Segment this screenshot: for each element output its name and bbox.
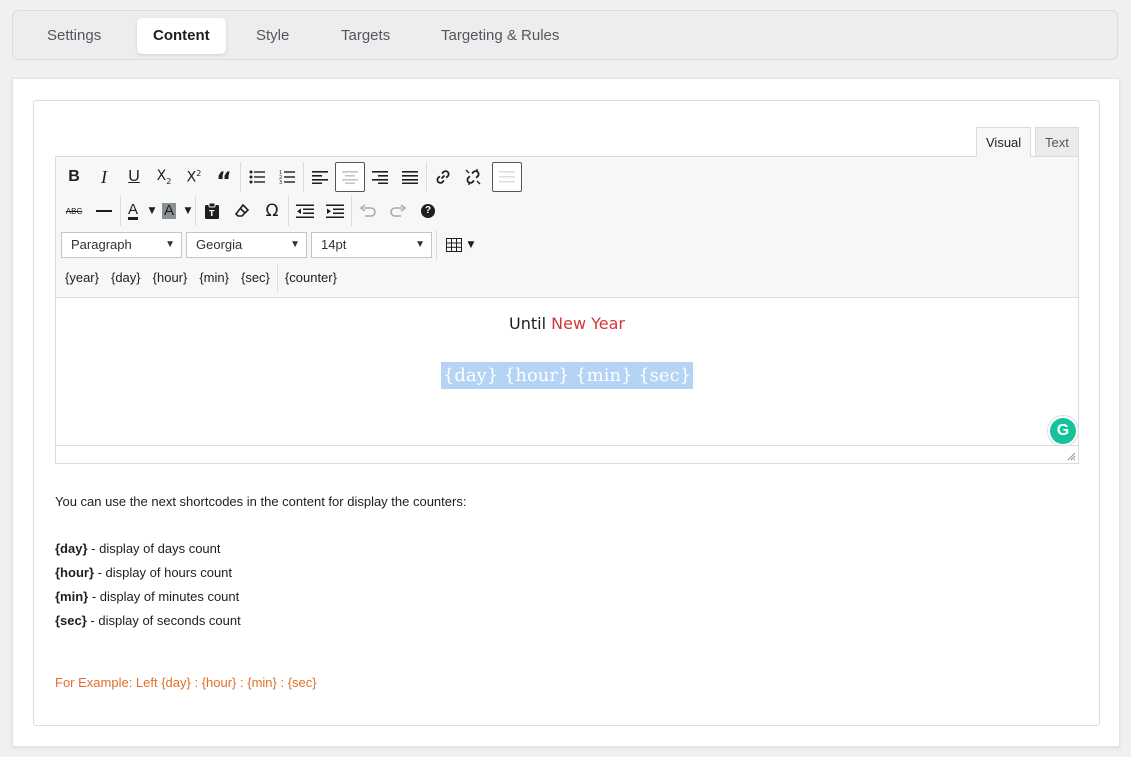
help-code: {sec} (55, 613, 87, 628)
redo-icon[interactable] (383, 196, 413, 226)
chevron-down-icon: ▼ (467, 240, 475, 250)
help-desc: - display of seconds count (86, 613, 241, 628)
background-color-dropdown-icon[interactable]: ▼ (180, 196, 194, 226)
tab-targeting-rules[interactable]: Targeting & Rules (425, 18, 575, 54)
font-select[interactable]: Georgia ▼ (186, 232, 307, 258)
table-icon (445, 238, 462, 252)
svg-text:T: T (209, 209, 215, 218)
size-select[interactable]: 14pt ▼ (311, 232, 432, 258)
paste-text-icon[interactable]: T (197, 196, 227, 226)
format-select[interactable]: Paragraph ▼ (61, 232, 182, 258)
bold-icon[interactable]: B (59, 162, 89, 192)
format-select-value: Paragraph (71, 237, 132, 252)
subscript-icon[interactable]: X2 (149, 162, 179, 192)
shortcode-counter-button[interactable]: {counter} (279, 263, 343, 293)
text-color-dropdown-icon[interactable]: ▼ (144, 196, 158, 226)
help-item: {day} - display of days count (55, 537, 466, 561)
content-text: Until (509, 314, 547, 333)
shortcode-year-button[interactable]: {year} (59, 263, 105, 293)
shortcode-hour-button[interactable]: {hour} (147, 263, 194, 293)
chevron-down-icon: ▼ (290, 239, 300, 250)
shortcode-min-button[interactable]: {min} (193, 263, 235, 293)
special-character-icon[interactable]: Ω (257, 196, 287, 226)
toolbar-row-1: B I U X2 X2 “ 123 (59, 162, 522, 193)
help-item: {min} - display of minutes count (55, 585, 466, 609)
editor-statusbar (56, 445, 1078, 463)
content-panel: Visual Text B I U X2 X2 “ 123 ABC A ▼ A … (12, 78, 1120, 747)
content-counter-line: {day} {hour} {min} {sec} (56, 362, 1078, 389)
table-button[interactable]: ▼ (438, 230, 482, 260)
help-desc: - display of days count (87, 541, 221, 556)
chevron-down-icon: ▼ (415, 239, 425, 250)
toolbar-row-2: ABC A ▼ A ▼ T Ω ? (59, 196, 443, 226)
shortcode-help: You can use the next shortcodes in the c… (55, 490, 466, 633)
background-color-icon[interactable]: A (158, 196, 180, 226)
help-item: {hour} - display of hours count (55, 561, 466, 585)
font-select-value: Georgia (196, 237, 243, 252)
help-intro: You can use the next shortcodes in the c… (55, 494, 467, 509)
visual-tab[interactable]: Visual (976, 127, 1032, 157)
superscript-icon[interactable]: X2 (179, 162, 209, 192)
shortcode-sec-button[interactable]: {sec} (235, 263, 276, 293)
tab-style[interactable]: Style (240, 18, 305, 54)
rich-text-editor: B I U X2 X2 “ 123 ABC A ▼ A ▼ T Ω ? Para… (55, 156, 1079, 464)
blockquote-icon[interactable]: “ (209, 162, 239, 193)
editor-toolbar: B I U X2 X2 “ 123 ABC A ▼ A ▼ T Ω ? Para… (56, 157, 1078, 298)
indent-icon[interactable] (320, 196, 350, 226)
italic-icon[interactable]: I (89, 162, 119, 192)
tab-targets[interactable]: Targets (325, 18, 406, 54)
underline-icon[interactable]: U (119, 162, 149, 192)
undo-icon[interactable] (353, 196, 383, 226)
toolbar-toggle-icon[interactable] (492, 162, 522, 192)
unlink-icon[interactable] (458, 162, 488, 192)
help-code: {min} (55, 589, 89, 604)
help-desc: - display of minutes count (88, 589, 240, 604)
help-icon[interactable]: ? (413, 196, 443, 226)
chevron-down-icon: ▼ (165, 239, 175, 250)
strikethrough-icon[interactable]: ABC (59, 196, 89, 226)
text-color-icon[interactable]: A (122, 196, 144, 226)
align-left-icon[interactable] (305, 162, 335, 192)
tab-content[interactable]: Content (137, 18, 226, 54)
settings-tab-bar: Settings Content Style Targets Targeting… (12, 10, 1118, 60)
outdent-icon[interactable] (290, 196, 320, 226)
svg-text:3: 3 (279, 180, 282, 184)
grammarly-icon[interactable]: G (1050, 418, 1076, 444)
size-select-value: 14pt (321, 237, 347, 252)
content-heading: Until New Year (56, 314, 1078, 333)
align-justify-icon[interactable] (395, 162, 425, 192)
text-tab[interactable]: Text (1035, 127, 1079, 156)
shortcode-day-button[interactable]: {day} (105, 263, 147, 293)
align-center-icon[interactable] (335, 162, 365, 192)
selected-counter-text: {day} {hour} {min} {sec} (440, 362, 694, 389)
example-text: For Example: Left {day} : {hour} : {min}… (55, 675, 317, 690)
help-code: {hour} (55, 565, 94, 580)
help-item: {sec} - display of seconds count (55, 609, 466, 633)
toolbar-row-4: {year} {day} {hour} {min} {sec} {counter… (59, 263, 343, 293)
bullet-list-icon[interactable] (242, 162, 272, 192)
help-code: {day} (55, 541, 88, 556)
content-box: Visual Text B I U X2 X2 “ 123 ABC A ▼ A … (33, 100, 1100, 726)
toolbar-row-3: Paragraph ▼ Georgia ▼ 14pt ▼ ▼ (61, 230, 482, 260)
link-icon[interactable] (428, 162, 458, 192)
horizontal-line-icon[interactable] (89, 196, 119, 226)
help-desc: - display of hours count (94, 565, 233, 580)
editor-content[interactable]: Until New Year {day} {hour} {min} {sec} … (56, 297, 1078, 446)
clear-formatting-icon[interactable] (227, 196, 257, 226)
resize-handle-icon[interactable] (1066, 451, 1076, 461)
align-right-icon[interactable] (365, 162, 395, 192)
tab-settings[interactable]: Settings (31, 18, 117, 54)
numbered-list-icon[interactable]: 123 (272, 162, 302, 192)
content-highlight-text: New Year (551, 314, 625, 333)
